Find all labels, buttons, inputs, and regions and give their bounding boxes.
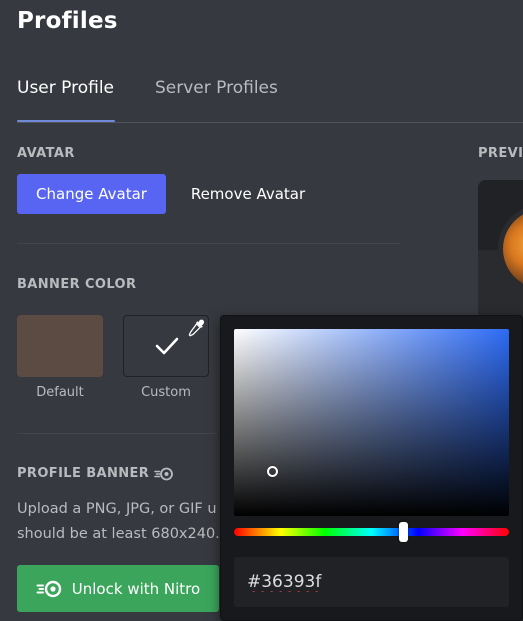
- eyedropper-icon: [188, 319, 204, 337]
- remove-avatar-button[interactable]: Remove Avatar: [178, 174, 318, 214]
- saturation-value-area[interactable]: [234, 329, 509, 516]
- profile-banner-section-label: PROFILE BANNER: [17, 466, 150, 481]
- profiles-settings-page: Profiles User Profile Server Profiles AV…: [0, 0, 523, 621]
- color-picker-popout: [220, 315, 523, 621]
- default-color-swatch[interactable]: [17, 315, 103, 377]
- tab-server-profiles[interactable]: Server Profiles: [155, 76, 278, 100]
- description-line: Upload a PNG, JPG, or GIF u: [17, 501, 217, 517]
- unlock-with-nitro-button[interactable]: Unlock with Nitro: [17, 565, 219, 612]
- default-swatch-caption: Default: [36, 385, 84, 400]
- profile-banner-section-header: PROFILE BANNER: [17, 466, 174, 481]
- page-title: Profiles: [17, 8, 118, 34]
- banner-color-section-label: BANNER COLOR: [17, 277, 137, 292]
- tab-user-profile[interactable]: User Profile: [17, 76, 114, 100]
- custom-swatch-caption: Custom: [141, 385, 191, 400]
- avatar-section-label: AVATAR: [17, 146, 75, 161]
- tabs-divider: [17, 122, 523, 123]
- description-line: should be at least 680x240.: [17, 526, 220, 542]
- preview-section-label: PREVI: [478, 146, 523, 161]
- nitro-icon: [154, 467, 174, 480]
- unlock-with-nitro-label: Unlock with Nitro: [71, 579, 201, 598]
- profile-banner-description: Upload a PNG, JPG, or GIF u should be at…: [17, 497, 222, 547]
- nitro-icon: [36, 580, 61, 597]
- hue-slider-handle[interactable]: [399, 522, 408, 542]
- change-avatar-button[interactable]: Change Avatar: [17, 174, 166, 214]
- hex-color-input[interactable]: [234, 557, 509, 607]
- saturation-handle[interactable]: [267, 466, 278, 477]
- custom-color-swatch[interactable]: [123, 315, 209, 377]
- hue-slider[interactable]: [234, 522, 509, 542]
- checkmark-icon: [155, 337, 179, 355]
- section-divider: [17, 243, 400, 244]
- section-divider: [17, 433, 217, 434]
